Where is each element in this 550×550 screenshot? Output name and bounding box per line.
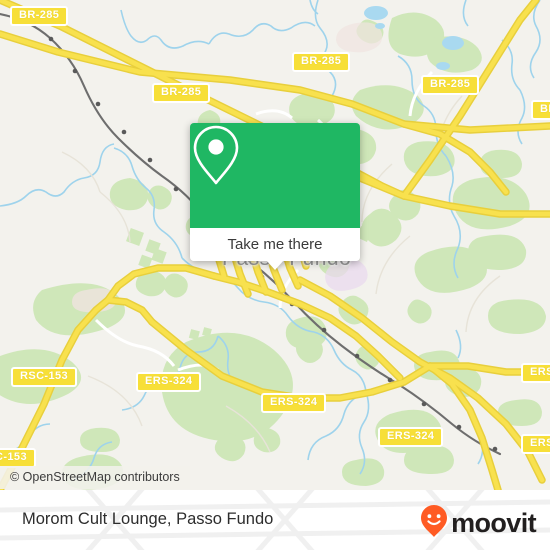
moovit-pin-smiley-icon <box>420 504 448 543</box>
popup-pin-area <box>190 123 360 228</box>
road-shield-br285-nw: BR-285 <box>10 6 69 26</box>
road-shield-ers324-e: ERS-324 <box>378 427 444 447</box>
location-popup[interactable]: Take me there <box>190 123 360 270</box>
take-me-there-button[interactable]: Take me there <box>190 228 360 261</box>
road-shield-br285-c: BR-285 <box>292 52 351 72</box>
road-shield-ers-clipped-bot: ERS <box>521 434 550 454</box>
map-attribution[interactable]: © OpenStreetMap contributors <box>0 466 190 489</box>
road-shield-br285-e: BR-285 <box>421 75 480 95</box>
road-shield-ers324-w: ERS-324 <box>136 372 202 392</box>
bottom-info-bar: Morom Cult Lounge, Passo Fundo moovit <box>0 490 550 550</box>
road-shield-rsc153: RSC-153 <box>11 367 78 387</box>
moovit-wordmark: moovit <box>451 508 537 538</box>
place-title: Morom Cult Lounge, Passo Fundo <box>22 510 274 528</box>
road-shield-ers-clipped-top: ERS <box>521 363 550 383</box>
map-canvas[interactable]: Passo Fundo BR-285 BR-285 BR-285 BR-285 … <box>0 0 550 490</box>
road-shield-br285-w: BR-285 <box>152 83 211 103</box>
take-me-there-label: Take me there <box>227 236 323 253</box>
road-shield-ers324-c: ERS-324 <box>261 393 327 413</box>
road-shield-br-clipped: BR <box>531 100 550 120</box>
popup-pointer <box>266 260 284 270</box>
moovit-map-screen: Passo Fundo BR-285 BR-285 BR-285 BR-285 … <box>0 0 550 550</box>
moovit-logo[interactable]: moovit <box>420 504 537 543</box>
road-shield-rsc153-clipped: C-153 <box>0 448 36 468</box>
